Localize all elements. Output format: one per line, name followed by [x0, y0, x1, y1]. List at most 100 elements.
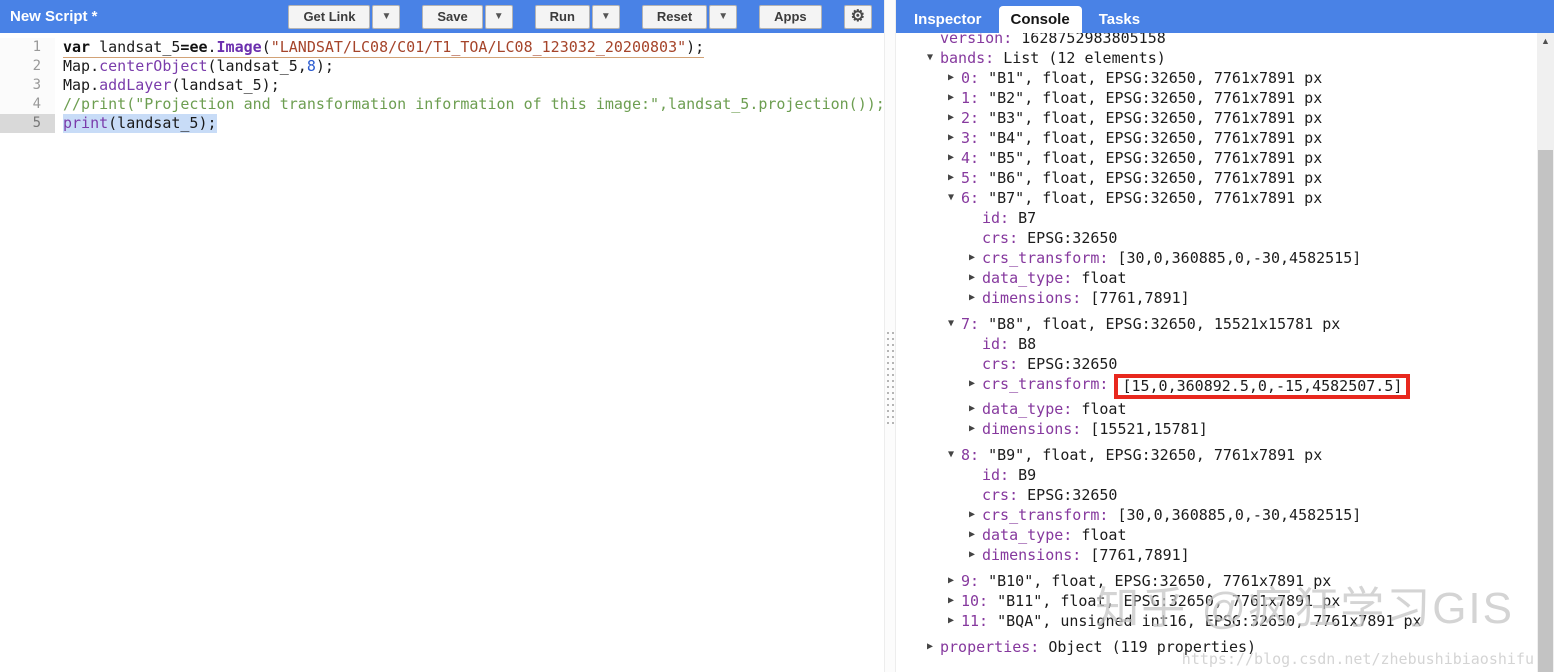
console-key: 11:	[961, 612, 989, 630]
expand-icon[interactable]: ▶	[948, 148, 961, 168]
expand-icon[interactable]: ▶	[948, 68, 961, 88]
tab-inspector[interactable]: Inspector	[902, 6, 994, 33]
console-row[interactable]: id: B7	[896, 208, 1534, 228]
tab-tasks[interactable]: Tasks	[1087, 6, 1152, 33]
console-output: version: 1628752983805158 ▼ bands: List (1…	[896, 33, 1554, 657]
console-row[interactable]: ▼ 7: "B8", float, EPSG:32650, 15521x15781…	[896, 314, 1534, 334]
console-key: crs_transform:	[982, 249, 1109, 267]
collapse-icon[interactable]: ▼	[927, 48, 940, 68]
expand-icon[interactable]: ▶	[948, 88, 961, 108]
save-dropdown-icon[interactable]: ▼	[484, 4, 513, 29]
line-number: 5	[0, 114, 55, 133]
console-scrollbar[interactable]: ▲	[1537, 33, 1554, 672]
collapse-icon[interactable]: ▼	[948, 445, 961, 465]
console-key: 1:	[961, 89, 980, 107]
console-value: EPSG:32650	[1018, 355, 1118, 373]
code-line[interactable]: 4//print("Projection and transformation …	[0, 95, 884, 114]
expand-icon[interactable]: ▶	[969, 505, 982, 525]
reset-dropdown-icon[interactable]: ▼	[709, 4, 738, 29]
console-row[interactable]: ▼ 8: "B9", float, EPSG:32650, 7761x7891 p…	[896, 445, 1534, 465]
console-key: data_type:	[982, 526, 1073, 544]
reset-button[interactable]: Reset	[641, 4, 708, 29]
console-row[interactable]: ▶ 3: "B4", float, EPSG:32650, 7761x7891 p…	[896, 128, 1534, 148]
console-value: float	[1072, 269, 1127, 287]
console-row[interactable]: ▶ data_type: float	[896, 525, 1534, 545]
console-row[interactable]: ▶ 11: "BQA", unsigned int16, EPSG:32650, …	[896, 611, 1534, 631]
console-row[interactable]: ▶ 9: "B10", float, EPSG:32650, 7761x7891 …	[896, 571, 1534, 591]
expand-icon[interactable]: ▶	[948, 108, 961, 128]
console-key: crs:	[982, 229, 1019, 247]
code-line[interactable]: 5 print(landsat_5);	[0, 114, 884, 133]
scrollbar-thumb[interactable]	[1538, 150, 1553, 672]
expand-icon[interactable]: ▶	[969, 399, 982, 419]
expand-icon[interactable]: ▶	[948, 128, 961, 148]
console-row[interactable]: ▼ bands: List (12 elements)	[896, 48, 1534, 68]
console-value: "B3", float, EPSG:32650, 7761x7891 px	[979, 109, 1323, 127]
console-row[interactable]: ▶ 4: "B5", float, EPSG:32650, 7761x7891 p…	[896, 148, 1534, 168]
gee-code-editor: New Script * Get Link ▼ Save ▼ Run ▼ Res…	[0, 0, 1554, 672]
get-link-dropdown-icon[interactable]: ▼	[372, 4, 401, 29]
console-row[interactable]: ▶ dimensions: [15521,15781]	[896, 419, 1534, 439]
console-row[interactable]: crs: EPSG:32650	[896, 354, 1534, 374]
console-row[interactable]: crs: EPSG:32650	[896, 485, 1534, 505]
code-line[interactable]: 1 var landsat_5=ee.Image("LANDSAT/LC08/C0…	[0, 38, 884, 58]
expand-icon[interactable]: ▶	[948, 591, 961, 611]
console-value: [7761,7891]	[1081, 546, 1190, 564]
console-row[interactable]: ▶ 0: "B1", float, EPSG:32650, 7761x7891 p…	[896, 68, 1534, 88]
console-row[interactable]: ▶ properties: Object (119 properties)	[896, 637, 1534, 657]
console-panel: Inspector Console Tasks version: 162875298…	[896, 0, 1554, 672]
console-key: crs:	[982, 486, 1019, 504]
console-row[interactable]: ▶ dimensions: [7761,7891]	[896, 545, 1534, 565]
console-row[interactable]: version: 1628752983805158	[896, 33, 1534, 48]
apps-button[interactable]: Apps	[759, 4, 822, 29]
console-value: float	[1072, 526, 1127, 544]
expand-icon[interactable]: ▶	[969, 248, 982, 268]
expand-icon[interactable]: ▶	[969, 288, 982, 308]
gear-icon[interactable]: ⚙	[843, 4, 872, 29]
expand-icon[interactable]: ▶	[969, 525, 982, 545]
save-button[interactable]: Save	[422, 4, 483, 29]
console-row[interactable]: ▶ dimensions: [7761,7891]	[896, 288, 1534, 308]
code-line[interactable]: 2 Map.centerObject(landsat_5,8);	[0, 57, 884, 76]
expand-icon[interactable]: ▶	[948, 168, 961, 188]
console-row[interactable]: ▶ 1: "B2", float, EPSG:32650, 7761x7891 p…	[896, 88, 1534, 108]
console-row[interactable]: ▶ data_type: float	[896, 399, 1534, 419]
save-group: Save ▼	[422, 4, 513, 29]
console-row[interactable]: ▶ crs_transform: [15,0,360892.5,0,-15,4582…	[896, 374, 1534, 399]
collapse-icon[interactable]: ▼	[948, 188, 961, 208]
run-dropdown-icon[interactable]: ▼	[591, 4, 620, 29]
collapse-icon[interactable]: ▼	[948, 314, 961, 334]
console-key: 6:	[961, 189, 980, 207]
code-editor-area[interactable]: 1 var landsat_5=ee.Image("LANDSAT/LC08/C0…	[0, 33, 884, 672]
console-value: B9	[1009, 466, 1037, 484]
console-value: "B5", float, EPSG:32650, 7761x7891 px	[979, 149, 1323, 167]
expand-icon[interactable]: ▶	[948, 611, 961, 631]
console-key: 8:	[961, 446, 980, 464]
console-row[interactable]: id: B8	[896, 334, 1534, 354]
expand-icon[interactable]: ▶	[969, 374, 982, 394]
console-row[interactable]: ▶ 5: "B6", float, EPSG:32650, 7761x7891 p…	[896, 168, 1534, 188]
expand-icon[interactable]: ▶	[948, 571, 961, 591]
console-row[interactable]: ▶ crs_transform: [30,0,360885,0,-30,45825…	[896, 248, 1534, 268]
console-row[interactable]: id: B9	[896, 465, 1534, 485]
tab-console[interactable]: Console	[998, 6, 1082, 33]
console-key: 10:	[961, 592, 989, 610]
expand-icon[interactable]: ▶	[927, 637, 940, 657]
panel-splitter[interactable]	[884, 0, 896, 672]
scroll-up-arrow-icon[interactable]: ▲	[1537, 33, 1554, 50]
code-line[interactable]: 3 Map.addLayer(landsat_5);	[0, 76, 884, 95]
console-row[interactable]: ▶ crs_transform: [30,0,360885,0,-30,45825…	[896, 505, 1534, 525]
console-row[interactable]: ▶ 2: "B3", float, EPSG:32650, 7761x7891 p…	[896, 108, 1534, 128]
console-key: dimensions:	[982, 420, 1082, 438]
console-row[interactable]: crs: EPSG:32650	[896, 228, 1534, 248]
console-row[interactable]: ▼ 6: "B7", float, EPSG:32650, 7761x7891 p…	[896, 188, 1534, 208]
get-link-button[interactable]: Get Link	[288, 4, 371, 29]
console-row[interactable]: ▶ data_type: float	[896, 268, 1534, 288]
splitter-drag-handle-icon[interactable]	[887, 332, 895, 426]
run-button[interactable]: Run	[534, 4, 590, 29]
expand-icon[interactable]: ▶	[969, 545, 982, 565]
console-value: "B2", float, EPSG:32650, 7761x7891 px	[979, 89, 1323, 107]
expand-icon[interactable]: ▶	[969, 419, 982, 439]
expand-icon[interactable]: ▶	[969, 268, 982, 288]
console-row[interactable]: ▶ 10: "B11", float, EPSG:32650, 7761x7891…	[896, 591, 1534, 611]
